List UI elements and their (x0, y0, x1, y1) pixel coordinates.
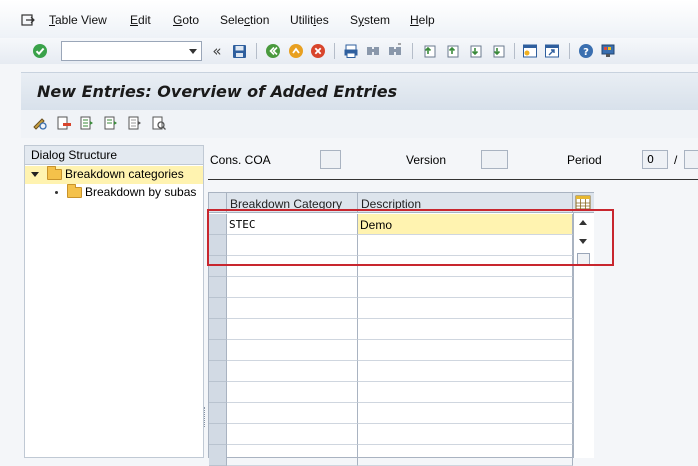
expand-triangle-icon[interactable] (31, 172, 39, 178)
menu-icon[interactable] (21, 14, 35, 26)
period-field[interactable]: 0 (642, 150, 668, 169)
dialog-structure-pane: Dialog Structure Breakdown categories Br… (24, 145, 204, 458)
double-left-icon[interactable]: « (208, 42, 226, 60)
highlight-annotation (207, 209, 614, 266)
breakdown-category-cell[interactable] (227, 403, 358, 424)
description-cell[interactable] (358, 319, 573, 340)
cons-coa-field[interactable] (320, 150, 341, 169)
new-session-icon[interactable] (521, 42, 539, 60)
title-bar: New Entries: Overview of Added Entries (21, 72, 698, 110)
description-cell[interactable] (358, 403, 573, 424)
application-toolbar (21, 110, 698, 138)
last-page-icon[interactable] (489, 42, 507, 60)
cancel-icon[interactable] (309, 42, 327, 60)
print-field-icon[interactable] (150, 114, 168, 132)
row-selector[interactable] (209, 298, 227, 319)
display-change-icon[interactable] (31, 114, 49, 132)
row-selector[interactable] (209, 382, 227, 403)
dialog-structure-header: Dialog Structure (25, 146, 203, 165)
print-icon[interactable] (342, 42, 360, 60)
shortcut-icon[interactable] (543, 42, 561, 60)
find-icon[interactable] (364, 42, 382, 60)
row-selector[interactable] (209, 403, 227, 424)
breakdown-category-cell[interactable] (227, 298, 358, 319)
delete-entry-icon[interactable] (55, 114, 73, 132)
period-label: Period (567, 153, 602, 167)
customize-layout-icon[interactable] (599, 42, 617, 60)
row-selector[interactable] (209, 319, 227, 340)
back-icon[interactable] (264, 42, 282, 60)
menu-help[interactable]: Help (410, 13, 435, 27)
cons-coa-label: Cons. COA (210, 153, 271, 167)
year-field[interactable] (684, 150, 698, 169)
menu-edit[interactable]: Edit (130, 13, 151, 27)
tree-item-breakdown-categories[interactable]: Breakdown categories (25, 166, 203, 184)
page-title: New Entries: Overview of Added Entries (37, 82, 398, 101)
deselect-all-icon[interactable] (126, 114, 144, 132)
menu-bar: Table View Edit Goto Selection Utilities… (0, 0, 698, 38)
select-block-icon[interactable] (102, 114, 120, 132)
divider-line (208, 179, 698, 180)
row-selector[interactable] (209, 340, 227, 361)
open-folder-icon (47, 166, 62, 181)
tree-item-label: Breakdown categories (65, 167, 184, 181)
command-field[interactable] (61, 41, 202, 61)
menu-utilities[interactable]: Utilities (290, 13, 329, 27)
breakdown-category-cell[interactable] (227, 382, 358, 403)
breakdown-category-cell[interactable] (227, 319, 358, 340)
breakdown-category-cell[interactable] (227, 424, 358, 445)
next-page-icon[interactable] (466, 42, 484, 60)
bullet-icon (55, 191, 58, 195)
description-cell[interactable] (358, 340, 573, 361)
find-next-icon[interactable] (386, 42, 404, 60)
menu-system[interactable]: System (350, 13, 390, 27)
row-selector[interactable] (209, 424, 227, 445)
chevron-down-icon[interactable] (189, 49, 197, 54)
select-all-icon[interactable] (78, 114, 96, 132)
breakdown-category-cell[interactable] (227, 361, 358, 382)
description-cell[interactable] (358, 298, 573, 319)
breakdown-category-cell[interactable] (227, 277, 358, 298)
description-cell[interactable] (358, 445, 573, 466)
description-cell[interactable] (358, 277, 573, 298)
first-page-icon[interactable] (420, 42, 438, 60)
row-selector[interactable] (209, 361, 227, 382)
help-icon[interactable]: ? (577, 42, 595, 60)
folder-icon (67, 184, 82, 199)
description-cell[interactable] (358, 361, 573, 382)
period-separator: / (674, 153, 678, 167)
enter-check-icon[interactable] (31, 42, 49, 60)
save-icon[interactable] (230, 42, 248, 60)
version-label: Version (406, 153, 447, 167)
version-field[interactable] (481, 150, 508, 169)
menu-table-view[interactable]: Table View (49, 13, 107, 27)
svg-text:?: ? (583, 47, 589, 58)
row-selector[interactable] (209, 445, 227, 466)
previous-page-icon[interactable] (443, 42, 461, 60)
tree-item-breakdown-by-subas[interactable]: Breakdown by subas (25, 184, 203, 202)
row-selector[interactable] (209, 277, 227, 298)
menu-selection[interactable]: Selection (220, 13, 269, 27)
menu-goto[interactable]: Goto (173, 13, 199, 27)
description-cell[interactable] (358, 382, 573, 403)
breakdown-category-cell[interactable] (227, 340, 358, 361)
breakdown-category-cell[interactable] (227, 445, 358, 466)
exit-icon[interactable] (287, 42, 305, 60)
description-cell[interactable] (358, 424, 573, 445)
tree-item-label: Breakdown by subas (85, 185, 197, 199)
